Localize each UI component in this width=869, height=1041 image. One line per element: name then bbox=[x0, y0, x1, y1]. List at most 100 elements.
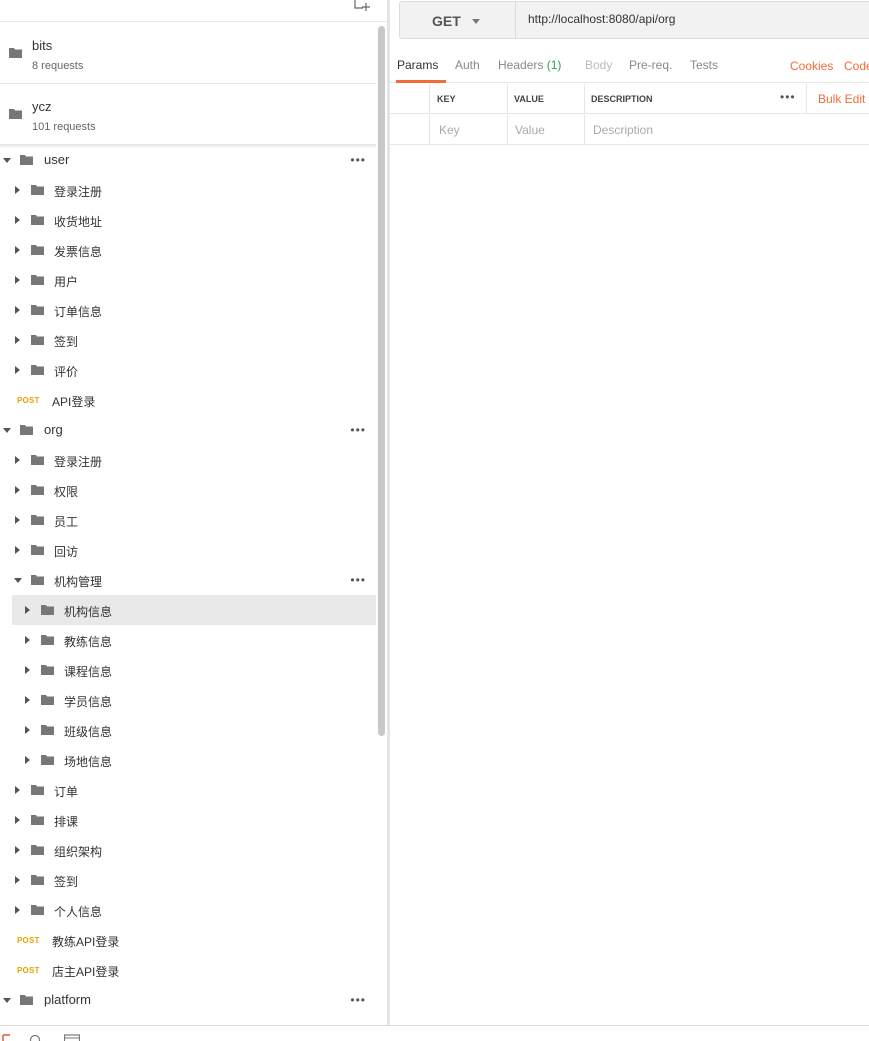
folder-item[interactable]: 场地信息 bbox=[0, 745, 376, 775]
cookies-link[interactable]: Cookies bbox=[790, 59, 833, 73]
chevron-right-icon[interactable] bbox=[15, 486, 20, 494]
folder-item[interactable]: 权限 bbox=[0, 475, 376, 505]
param-value-input[interactable]: Value bbox=[515, 123, 545, 137]
chevron-right-icon[interactable] bbox=[15, 456, 20, 464]
chevron-right-icon[interactable] bbox=[25, 606, 30, 614]
request-item[interactable]: POST 店主API登录 bbox=[0, 955, 376, 985]
folder-label: 机构管理 bbox=[54, 575, 103, 589]
chevron-right-icon[interactable] bbox=[15, 306, 20, 314]
chevron-right-icon[interactable] bbox=[25, 696, 30, 704]
chevron-right-icon[interactable] bbox=[15, 846, 20, 854]
url-bar: GET http://localhost:8080/api/org bbox=[399, 1, 869, 39]
folder-icon bbox=[41, 605, 54, 615]
folder-item[interactable]: 机构信息 bbox=[12, 595, 376, 625]
folder-item[interactable]: 订单信息 bbox=[0, 295, 376, 325]
chevron-right-icon[interactable] bbox=[15, 816, 20, 824]
folder-item[interactable]: 订单 bbox=[0, 775, 376, 805]
chevron-right-icon[interactable] bbox=[15, 876, 20, 884]
bulk-edit-link[interactable]: Bulk Edit bbox=[818, 92, 865, 106]
folder-item[interactable]: 回访 bbox=[0, 535, 376, 565]
chevron-right-icon[interactable] bbox=[15, 786, 20, 794]
chevron-right-icon[interactable] bbox=[25, 726, 30, 734]
chevron-down-icon[interactable] bbox=[3, 428, 11, 433]
chevron-right-icon[interactable] bbox=[15, 186, 20, 194]
request-item[interactable]: POST API登录 bbox=[0, 385, 376, 415]
more-options-icon[interactable]: ••• bbox=[780, 90, 796, 104]
folder-item[interactable]: 组织架构 bbox=[0, 835, 376, 865]
folder-item[interactable]: 课程信息 bbox=[0, 655, 376, 685]
console-icon[interactable] bbox=[64, 1034, 80, 1041]
code-link[interactable]: Code bbox=[844, 59, 869, 73]
chevron-down-icon[interactable] bbox=[3, 998, 11, 1003]
collection-card[interactable]: ycz 101 requests bbox=[0, 84, 376, 145]
folder-item[interactable]: 个人信息 bbox=[0, 895, 376, 925]
folder-label: platform bbox=[44, 992, 91, 1007]
sidebar-scrollbar[interactable] bbox=[378, 26, 385, 736]
tab-headers[interactable]: Headers (1) bbox=[498, 58, 561, 72]
more-options-icon[interactable]: ••• bbox=[350, 153, 366, 167]
folder-item[interactable]: 排课 bbox=[0, 805, 376, 835]
folder-item[interactable]: 发票信息 bbox=[0, 235, 376, 265]
request-item[interactable]: POST 教练API登录 bbox=[0, 925, 376, 955]
collection-request-count: 8 requests bbox=[32, 60, 84, 72]
folder-icon bbox=[41, 725, 54, 735]
collection-folder[interactable]: platform ••• bbox=[0, 985, 376, 1015]
chevron-right-icon[interactable] bbox=[15, 276, 20, 284]
param-key-input[interactable]: Key bbox=[439, 123, 460, 137]
folder-item[interactable]: 机构管理 ••• bbox=[0, 565, 376, 595]
folder-icon bbox=[31, 785, 44, 795]
folder-item[interactable]: 收货地址 bbox=[0, 205, 376, 235]
new-collection-icon[interactable] bbox=[354, 0, 370, 12]
request-method-badge: POST bbox=[17, 936, 40, 945]
collection-folder[interactable]: org ••• bbox=[0, 415, 376, 445]
chevron-down-icon bbox=[472, 19, 480, 24]
column-header-key: KEY bbox=[437, 94, 456, 104]
folder-icon bbox=[31, 545, 44, 555]
chevron-right-icon[interactable] bbox=[25, 756, 30, 764]
search-icon[interactable] bbox=[29, 1034, 41, 1041]
folder-item[interactable]: 登录注册 bbox=[0, 445, 376, 475]
request-label: 店主API登录 bbox=[52, 965, 120, 979]
url-input[interactable]: http://localhost:8080/api/org bbox=[528, 12, 675, 26]
folder-label: 机构信息 bbox=[64, 605, 113, 619]
collection-card[interactable]: bits 8 requests bbox=[0, 23, 376, 84]
more-options-icon[interactable]: ••• bbox=[350, 993, 366, 1007]
folder-item[interactable]: 签到 bbox=[0, 325, 376, 355]
folder-label: user bbox=[44, 152, 70, 167]
folder-item[interactable]: 评价 bbox=[0, 355, 376, 385]
tab-params[interactable]: Params bbox=[397, 58, 438, 72]
chevron-right-icon[interactable] bbox=[15, 546, 20, 554]
param-description-input[interactable]: Description bbox=[593, 123, 653, 137]
folder-item[interactable]: 教练信息 bbox=[0, 625, 376, 655]
tab-pre-request[interactable]: Pre-req. bbox=[629, 58, 672, 72]
folder-item[interactable]: 登录注册 bbox=[0, 175, 376, 205]
folder-item[interactable]: 员工 bbox=[0, 505, 376, 535]
more-options-icon[interactable]: ••• bbox=[350, 573, 366, 587]
chevron-right-icon[interactable] bbox=[15, 246, 20, 254]
tab-auth[interactable]: Auth bbox=[455, 58, 480, 72]
folder-label: 订单 bbox=[54, 785, 79, 799]
folder-item[interactable]: 班级信息 bbox=[0, 715, 376, 745]
sidebar-toggle-icon[interactable] bbox=[2, 1034, 10, 1041]
chevron-down-icon[interactable] bbox=[3, 158, 11, 163]
folder-item[interactable]: 用户 bbox=[0, 265, 376, 295]
tab-tests[interactable]: Tests bbox=[690, 58, 718, 72]
chevron-right-icon[interactable] bbox=[15, 366, 20, 374]
chevron-right-icon[interactable] bbox=[15, 336, 20, 344]
folder-item[interactable]: 学员信息 bbox=[0, 685, 376, 715]
collection-folder[interactable]: user ••• bbox=[0, 145, 376, 175]
chevron-down-icon[interactable] bbox=[14, 578, 22, 583]
method-select[interactable]: GET bbox=[400, 2, 516, 38]
chevron-right-icon[interactable] bbox=[25, 666, 30, 674]
folder-icon bbox=[41, 695, 54, 705]
chevron-right-icon[interactable] bbox=[25, 636, 30, 644]
chevron-right-icon[interactable] bbox=[15, 516, 20, 524]
folder-item[interactable]: 签到 bbox=[0, 865, 376, 895]
more-options-icon[interactable]: ••• bbox=[350, 423, 366, 437]
request-method-badge: POST bbox=[17, 966, 40, 975]
folder-label: 签到 bbox=[54, 335, 79, 349]
chevron-right-icon[interactable] bbox=[15, 906, 20, 914]
folder-label: 登录注册 bbox=[54, 185, 103, 199]
tab-body[interactable]: Body bbox=[585, 58, 612, 72]
chevron-right-icon[interactable] bbox=[15, 216, 20, 224]
